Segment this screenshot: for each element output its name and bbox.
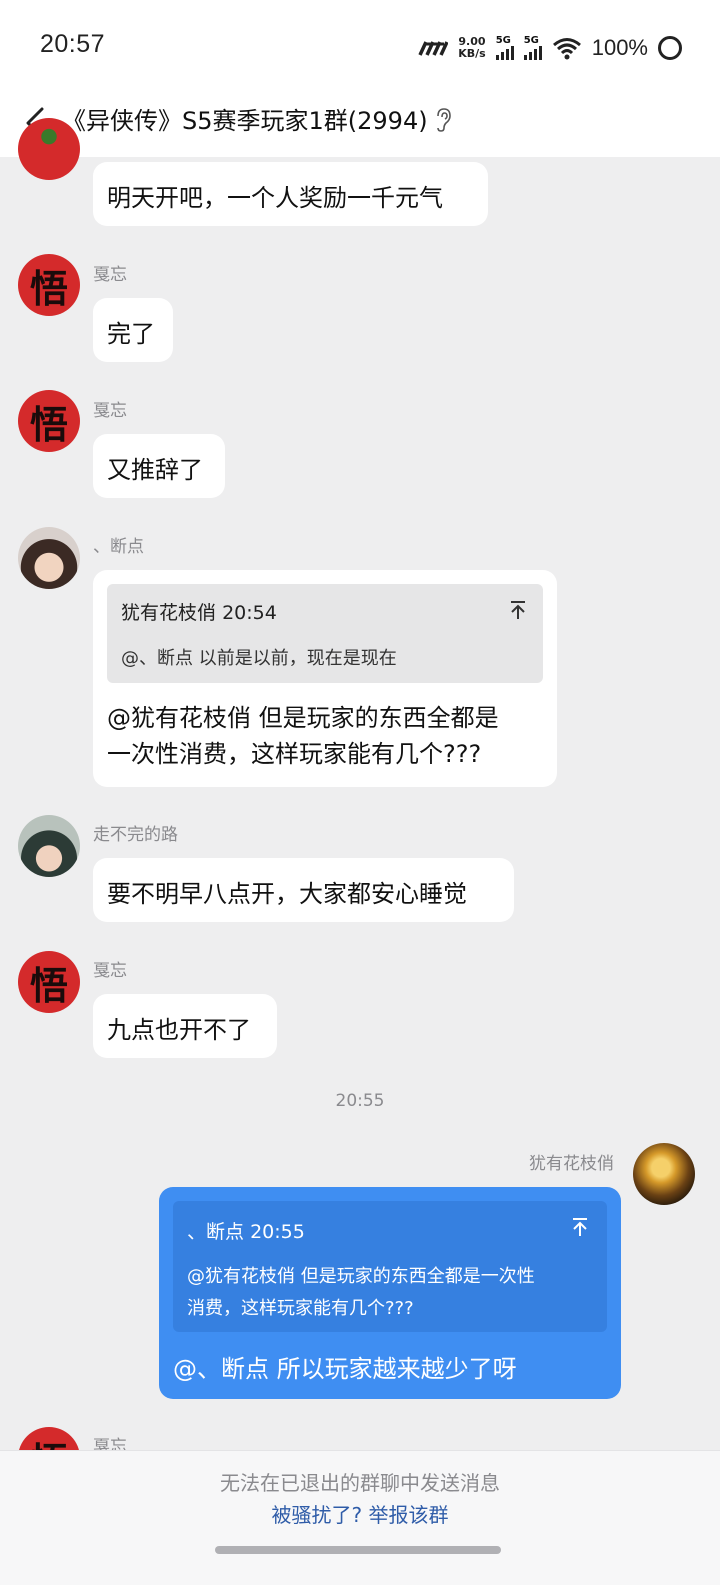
group-title[interactable]: 《异侠传》S5赛季玩家1群(2994) bbox=[62, 101, 428, 136]
net-speed: 9.00 KB/s bbox=[458, 36, 485, 60]
message-bubble[interactable]: 要不明早八点开，大家都安心睡觉 bbox=[93, 858, 514, 922]
message-bubble[interactable]: 明天开吧，一个人奖励一千元气 bbox=[93, 162, 488, 226]
cannot-send-notice: 无法在已退出的群聊中发送消息 bbox=[220, 1471, 500, 1495]
message-timestamp: 20:55 bbox=[335, 1091, 385, 1111]
avatar[interactable]: 悟 bbox=[18, 951, 80, 1013]
message-bubble[interactable]: 九点也开不了 bbox=[93, 994, 277, 1058]
quote-time: 20:54 bbox=[222, 602, 277, 624]
home-indicator[interactable] bbox=[215, 1546, 501, 1554]
quote-text: @犹有花枝俏 但是玩家的东西全都是一次性 消费，这样玩家能有几个??? bbox=[187, 1261, 535, 1325]
battery-level: 100% bbox=[591, 35, 648, 60]
avatar-glyph: 悟 bbox=[29, 265, 68, 311]
quote-text-line: 消费，这样玩家能有几个??? bbox=[187, 1298, 414, 1319]
sender-name: 、断点 bbox=[93, 537, 144, 557]
battery-ring-icon bbox=[658, 36, 682, 60]
message-text: 九点也开不了 bbox=[107, 1016, 251, 1044]
own-message-bubble[interactable]: 、断点 20:55 @犹有花枝俏 但是玩家的东西全都是一次性 消费，这样玩家能有… bbox=[159, 1187, 621, 1399]
quote-text-line: @犹有花枝俏 但是玩家的东西全都是一次性 bbox=[187, 1266, 535, 1287]
net-speed-unit: KB/s bbox=[458, 47, 486, 60]
sim1-label: 5G bbox=[495, 35, 511, 46]
status-icons: 9.00 KB/s 5G 5G 100% bbox=[418, 30, 682, 66]
quote-header: 犹有花枝俏 20:54 bbox=[121, 598, 277, 625]
sender-name: 犹有花枝俏 bbox=[529, 1154, 614, 1174]
message-text: @、断点 所以玩家越来越少了呀 bbox=[173, 1355, 517, 1383]
avatar[interactable] bbox=[18, 815, 80, 877]
chat-footer: 无法在已退出的群聊中发送消息 被骚扰了? 举报该群 bbox=[0, 1450, 720, 1585]
avatar-image bbox=[633, 1143, 695, 1205]
avatar[interactable]: 悟 bbox=[18, 390, 80, 452]
message-bubble[interactable]: 又推辞了 bbox=[93, 434, 225, 498]
quote-text: @、断点 以前是以前，现在是现在 bbox=[121, 648, 397, 669]
avatar-image bbox=[18, 527, 80, 589]
message-text: @犹有花枝俏 但是玩家的东西全都是 一次性消费，这样玩家能有几个??? bbox=[107, 700, 499, 772]
quote-author: 、断点 bbox=[187, 1221, 245, 1243]
jump-to-top-icon[interactable] bbox=[509, 600, 527, 620]
quote-author: 犹有花枝俏 bbox=[121, 602, 217, 624]
avatar-glyph: 悟 bbox=[29, 962, 68, 1008]
quote-header: 、断点 20:55 bbox=[187, 1217, 305, 1244]
message-text: 又推辞了 bbox=[107, 456, 203, 484]
message-text-line: @犹有花枝俏 但是玩家的东西全都是 bbox=[107, 704, 499, 732]
message-text: 要不明早八点开，大家都安心睡觉 bbox=[107, 880, 467, 908]
chat-header: 《异侠传》S5赛季玩家1群(2994) bbox=[0, 95, 720, 157]
avatar-glyph: 悟 bbox=[29, 401, 68, 447]
wifi-icon bbox=[552, 38, 581, 60]
sender-name: 走不完的路 bbox=[93, 825, 178, 845]
ear-icon[interactable] bbox=[434, 107, 452, 133]
quoted-message[interactable]: 、断点 20:55 @犹有花枝俏 但是玩家的东西全都是一次性 消费，这样玩家能有… bbox=[173, 1201, 607, 1332]
avatar-image bbox=[18, 118, 80, 180]
message-bubble[interactable]: 完了 bbox=[93, 298, 173, 362]
quoted-message[interactable]: 犹有花枝俏 20:54 @、断点 以前是以前，现在是现在 bbox=[107, 584, 543, 683]
signal-sim2: 5G bbox=[523, 35, 542, 60]
quote-time: 20:55 bbox=[250, 1221, 305, 1243]
own-avatar[interactable] bbox=[633, 1143, 695, 1205]
jump-to-top-icon[interactable] bbox=[571, 1217, 589, 1237]
avatar[interactable]: 悟 bbox=[18, 254, 80, 316]
message-bubble[interactable]: 犹有花枝俏 20:54 @、断点 以前是以前，现在是现在 @犹有花枝俏 但是玩家… bbox=[93, 570, 557, 787]
sender-name: 戛忘 bbox=[93, 961, 127, 981]
avatar[interactable] bbox=[18, 118, 80, 180]
sim2-label: 5G bbox=[523, 35, 539, 46]
message-text: 明天开吧，一个人奖励一千元气 bbox=[107, 184, 443, 212]
report-group-link[interactable]: 被骚扰了? 举报该群 bbox=[0, 1499, 720, 1528]
message-text-line: 一次性消费，这样玩家能有几个??? bbox=[107, 740, 482, 768]
message-text: 完了 bbox=[107, 320, 155, 348]
status-time: 20:57 bbox=[40, 30, 106, 58]
status-bar: 20:57 9.00 KB/s 5G 5G 100% bbox=[0, 0, 720, 95]
network-logo-icon bbox=[418, 41, 449, 56]
sender-name: 戛忘 bbox=[93, 401, 127, 421]
signal-bars-icon bbox=[523, 46, 542, 60]
signal-bars-icon bbox=[495, 46, 514, 60]
avatar[interactable] bbox=[18, 527, 80, 589]
signal-sim1: 5G bbox=[495, 35, 514, 60]
avatar-image bbox=[18, 815, 80, 877]
sender-name: 戛忘 bbox=[93, 265, 127, 285]
